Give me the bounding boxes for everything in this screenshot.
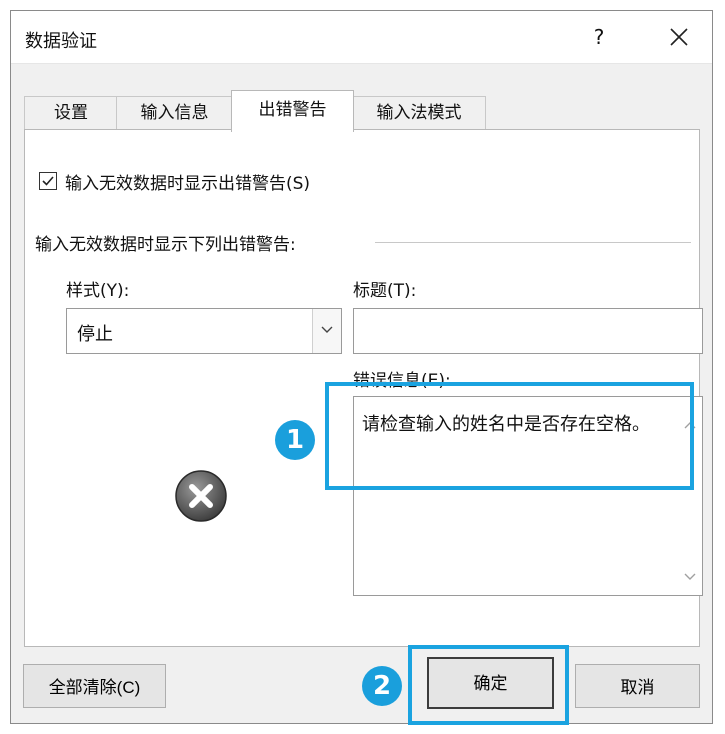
help-button[interactable]: ?	[581, 21, 617, 53]
data-validation-dialog: 数据验证 ? 设置 输入信息 出错警告 输入法模式 输入无效数据时显示出错警告(…	[10, 10, 713, 725]
close-button[interactable]	[661, 21, 697, 53]
show-error-checkbox-label: 输入无效数据时显示出错警告(S)	[65, 174, 311, 194]
style-select[interactable]: 停止	[66, 308, 342, 354]
title-input[interactable]	[353, 308, 703, 354]
dialog-title: 数据验证	[25, 31, 97, 52]
show-error-checkbox[interactable]	[39, 172, 57, 190]
title-label: 标题(T):	[353, 281, 417, 301]
stop-error-icon	[175, 470, 227, 522]
ok-button[interactable]: 确定	[427, 657, 554, 709]
tab-error-alert[interactable]: 出错警告	[231, 90, 354, 132]
section-label: 输入无效数据时显示下列出错警告:	[35, 230, 304, 255]
cancel-button[interactable]: 取消	[575, 664, 700, 708]
callout-badge-1: 1	[275, 420, 315, 460]
chevron-down-icon	[321, 326, 333, 333]
tab-input-message[interactable]: 输入信息	[116, 96, 233, 130]
tab-ime-mode[interactable]: 输入法模式	[352, 96, 486, 130]
style-select-value: 停止	[77, 324, 113, 345]
callout-badge-2: 2	[362, 666, 402, 706]
checkmark-icon	[42, 176, 54, 186]
close-icon	[670, 28, 688, 46]
scroll-down-icon[interactable]	[684, 573, 696, 581]
error-message-highlight	[325, 382, 694, 490]
style-label: 样式(Y):	[66, 281, 130, 301]
style-dropdown-button[interactable]	[312, 309, 341, 353]
clear-all-button[interactable]: 全部清除(C)	[23, 664, 166, 708]
title-bar: 数据验证 ?	[11, 11, 712, 64]
section-divider	[375, 242, 691, 243]
tab-settings[interactable]: 设置	[24, 96, 118, 130]
